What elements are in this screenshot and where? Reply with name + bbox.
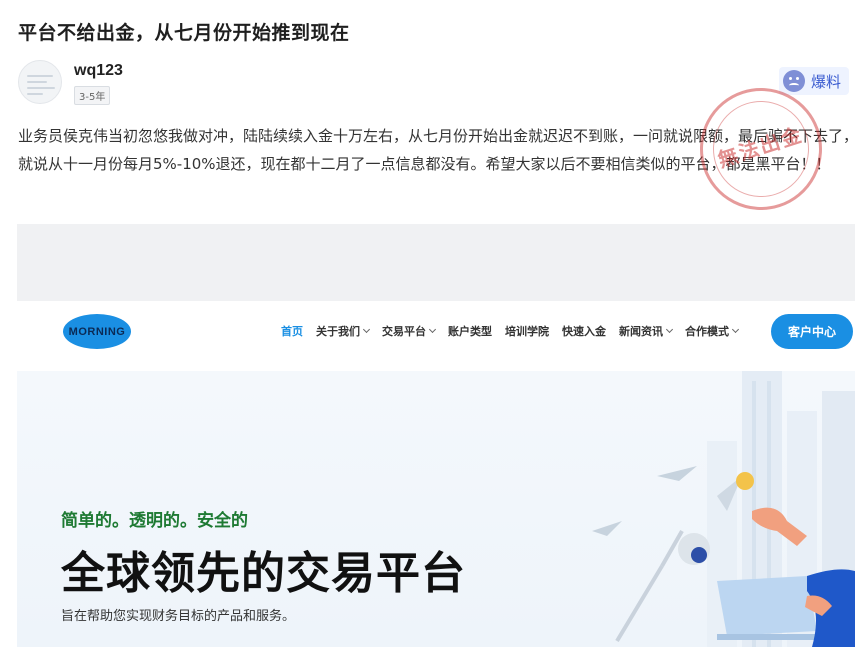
sad-face-icon <box>782 70 805 92</box>
hero-title: 全球领先的交易平台 <box>61 548 466 599</box>
site-nav-menu: 首页 关于我们 交易平台 账户类型 培训学院 快速入金 新闻资讯 合作模式 <box>281 323 751 339</box>
chevron-down-icon <box>731 325 740 334</box>
author-block: wq123 3-5年 <box>18 60 123 105</box>
author-name[interactable]: wq123 <box>74 62 123 80</box>
chevron-down-icon <box>362 325 371 334</box>
red-stamp: 無法出金 <box>684 72 838 226</box>
nav-item-label: 培训学院 <box>505 325 549 338</box>
client-center-button[interactable]: 客户中心 <box>771 314 853 349</box>
image-top-band <box>17 224 855 301</box>
hero-banner: 简单的。透明的。安全的 全球领先的交易平台 旨在帮助您实现财务目标的产品和服务。 <box>17 371 855 647</box>
nav-item[interactable]: 交易平台 <box>382 323 437 339</box>
nav-item[interactable]: 快速入金 <box>562 323 606 339</box>
nav-item-label: 首页 <box>281 325 303 338</box>
report-label: 爆料 <box>810 72 841 91</box>
nav-item[interactable]: 培训学院 <box>505 323 549 339</box>
nav-item[interactable]: 关于我们 <box>316 323 371 339</box>
author-meta: wq123 3-5年 <box>74 60 123 105</box>
nav-item-label: 新闻资讯 <box>619 325 663 338</box>
hero-subtitle: 旨在帮助您实现财务目标的产品和服务。 <box>61 609 296 624</box>
experience-badge: 3-5年 <box>74 86 111 105</box>
nav-item-label: 交易平台 <box>382 325 426 338</box>
site-navbar: MORNING 首页 关于我们 交易平台 账户类型 培训学院 快速入金 新闻资讯 合作模式 客… <box>17 301 855 367</box>
nav-item-label: 快速入金 <box>562 325 606 338</box>
nav-item[interactable]: 合作模式 <box>685 323 740 339</box>
avatar[interactable] <box>18 60 62 104</box>
post-title: 平台不给出金，从七月份开始推到现在 <box>18 22 350 44</box>
nav-item-label: 关于我们 <box>316 325 360 338</box>
nav-item[interactable]: 账户类型 <box>448 323 492 339</box>
chevron-down-icon <box>428 325 437 334</box>
report-button[interactable]: 爆料 <box>778 67 849 95</box>
chevron-down-icon <box>665 325 674 334</box>
nav-item[interactable]: 首页 <box>281 323 303 339</box>
site-logo[interactable]: MORNING <box>63 314 131 349</box>
nav-item-label: 账户类型 <box>448 325 492 338</box>
nav-item-label: 合作模式 <box>685 325 729 338</box>
hero-tagline: 简单的。透明的。安全的 <box>61 511 248 531</box>
nav-item[interactable]: 新闻资讯 <box>619 323 674 339</box>
